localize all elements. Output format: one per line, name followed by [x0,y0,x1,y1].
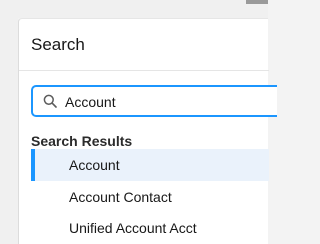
top-toolbar-strip [0,0,268,18]
search-input[interactable] [65,92,265,112]
background-strip [0,18,18,244]
result-item-label: Account [69,157,120,173]
search-field[interactable] [31,85,277,117]
result-item-account-contact[interactable]: Account Contact [31,181,269,213]
result-item-unified-account-acct[interactable]: Unified Account Acct [31,212,269,244]
window-edge [246,0,268,4]
result-item-account[interactable]: Account [31,149,269,181]
search-panel: Search Search Results Account Account Co… [18,18,277,244]
results-heading: Search Results [31,133,133,149]
result-item-label: Unified Account Acct [69,220,197,236]
result-item-label: Account Contact [69,189,172,205]
panel-header: Search [19,19,269,71]
search-icon [43,94,57,108]
panel-title: Search [31,35,85,54]
